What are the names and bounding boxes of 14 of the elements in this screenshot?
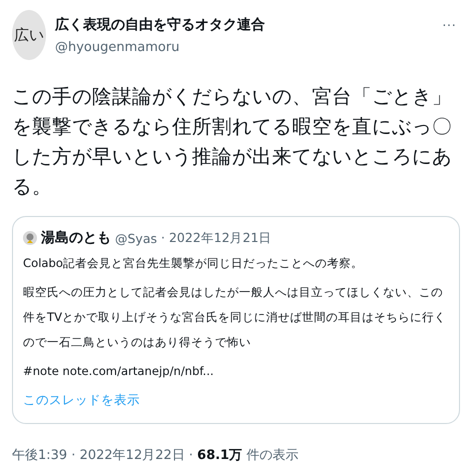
quote-author-name: 湯島のとも	[41, 229, 111, 247]
avatar[interactable]: 広い	[12, 10, 46, 60]
quote-text: Colabo記者会見と宮台先生襲撃が同じ日だったことへの考察。	[23, 255, 364, 272]
avatar-icon	[23, 231, 37, 245]
quote-card[interactable]: 湯島のとも @Syas · 2022年12月21日 Colabo記者会見と宮台先生襲撃が同じ日だったことへの考察。 暇空氏への圧力として記者会見はしたが一般人へは目立ってほしくない、この件をTVとかで取り上げそうな宮台氏を同じに消せば世間の耳目はそちらに行くので一石二鳥というのはあり得そうで怖い #note note.com/artanejp/n/nbf... このスレッドを表示	[12, 216, 460, 424]
quote-text: #note note.com/artanejp/n/nbf...	[23, 363, 215, 380]
author-name: 広く表現の自由を守るオタク連合	[55, 16, 266, 34]
post-text: この手の陰謀論がくだらないの、宮台「ごとき」を襲撃できるなら住所割れてる暇空を直にぶっ〇した方が早いという推論が出来てないところにある。	[12, 84, 453, 200]
post-meta: 午後1:39 · 2022年12月22日 · 68.1万 件の表示	[12, 447, 300, 464]
more-button[interactable]: ···	[438, 16, 460, 32]
quote-handle: @Syas	[115, 230, 158, 246]
author-handle: @hyougenmamoru	[55, 40, 180, 54]
quote-date: · 2022年12月21日	[161, 230, 272, 246]
quote-text: 暇空氏への圧力として記者会見はしたが一般人へは目立ってほしくない、この件をTVとかで取り上げそうな宮台氏を同じに消せば世間の耳目はそちらに行くので一石二鳥というのはあり得そうで怖い	[23, 284, 448, 351]
